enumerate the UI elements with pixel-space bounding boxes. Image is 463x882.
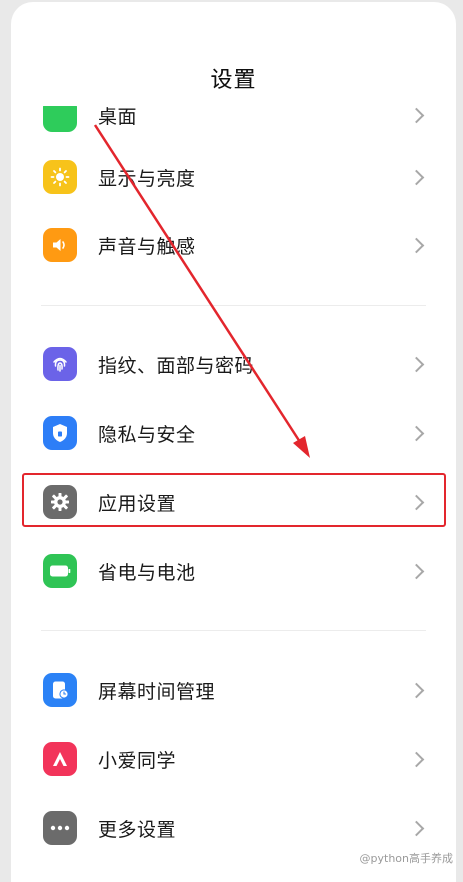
annotation-arrow <box>93 124 310 458</box>
watermark-text: @python高手养成 <box>359 852 453 865</box>
